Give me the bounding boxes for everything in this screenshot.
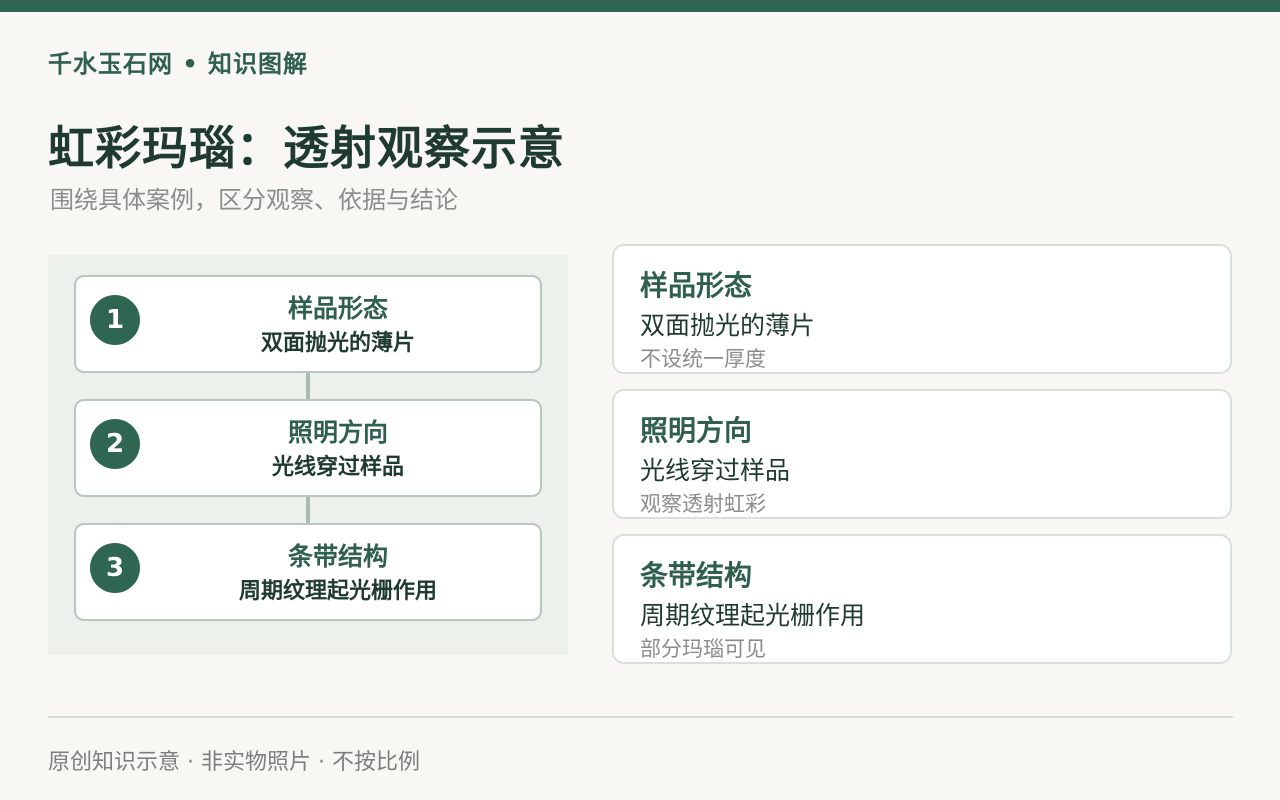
step-number-badge: 3 [90,543,140,593]
step-number-badge: 1 [90,295,140,345]
brand-label: 千水玉石网 • 知识图解 [48,50,309,78]
top-accent-bar [0,0,1280,12]
flow-step-body: 光线穿过样品 [271,455,404,480]
flow-connector [306,497,310,523]
flow-step-2: 2 照明方向 光线穿过样品 [74,399,542,497]
flow-step-body: 周期纹理起光栅作用 [238,579,437,604]
flow-connector [306,373,310,399]
step-number-badge: 2 [90,419,140,469]
flow-step-head: 条带结构 [287,542,388,571]
info-card-band-structure: 条带结构 周期纹理起光栅作用 部分玛瑙可见 [612,534,1232,664]
card-note: 不设统一厚度 [640,347,766,371]
page-title: 虹彩玛瑙：透射观察示意 [48,121,565,175]
card-head: 照明方向 [640,414,753,447]
card-note: 观察透射虹彩 [640,492,766,516]
info-card-lighting-direction: 照明方向 光线穿过样品 观察透射虹彩 [612,389,1232,519]
info-card-sample-form: 样品形态 双面抛光的薄片 不设统一厚度 [612,244,1232,374]
page-subtitle: 围绕具体案例，区分观察、依据与结论 [50,186,458,214]
card-head: 条带结构 [640,559,753,592]
footer-note: 原创知识示意 · 非实物照片 · 不按比例 [48,750,420,775]
card-body: 光线穿过样品 [640,456,791,485]
card-note: 部分玛瑙可见 [640,637,766,661]
footer-divider [48,716,1233,718]
flow-step-head: 样品形态 [287,294,388,323]
flow-step-3: 3 条带结构 周期纹理起光栅作用 [74,523,542,621]
flow-step-head: 照明方向 [287,418,388,447]
flow-step-1: 1 样品形态 双面抛光的薄片 [74,275,542,373]
flow-diagram-panel: 1 样品形态 双面抛光的薄片 2 照明方向 光线穿过样品 3 条带结构 周期纹理… [48,255,568,655]
card-body: 双面抛光的薄片 [640,311,816,340]
card-body: 周期纹理起光栅作用 [640,601,866,630]
flow-step-body: 双面抛光的薄片 [260,331,415,356]
card-head: 样品形态 [640,269,753,302]
